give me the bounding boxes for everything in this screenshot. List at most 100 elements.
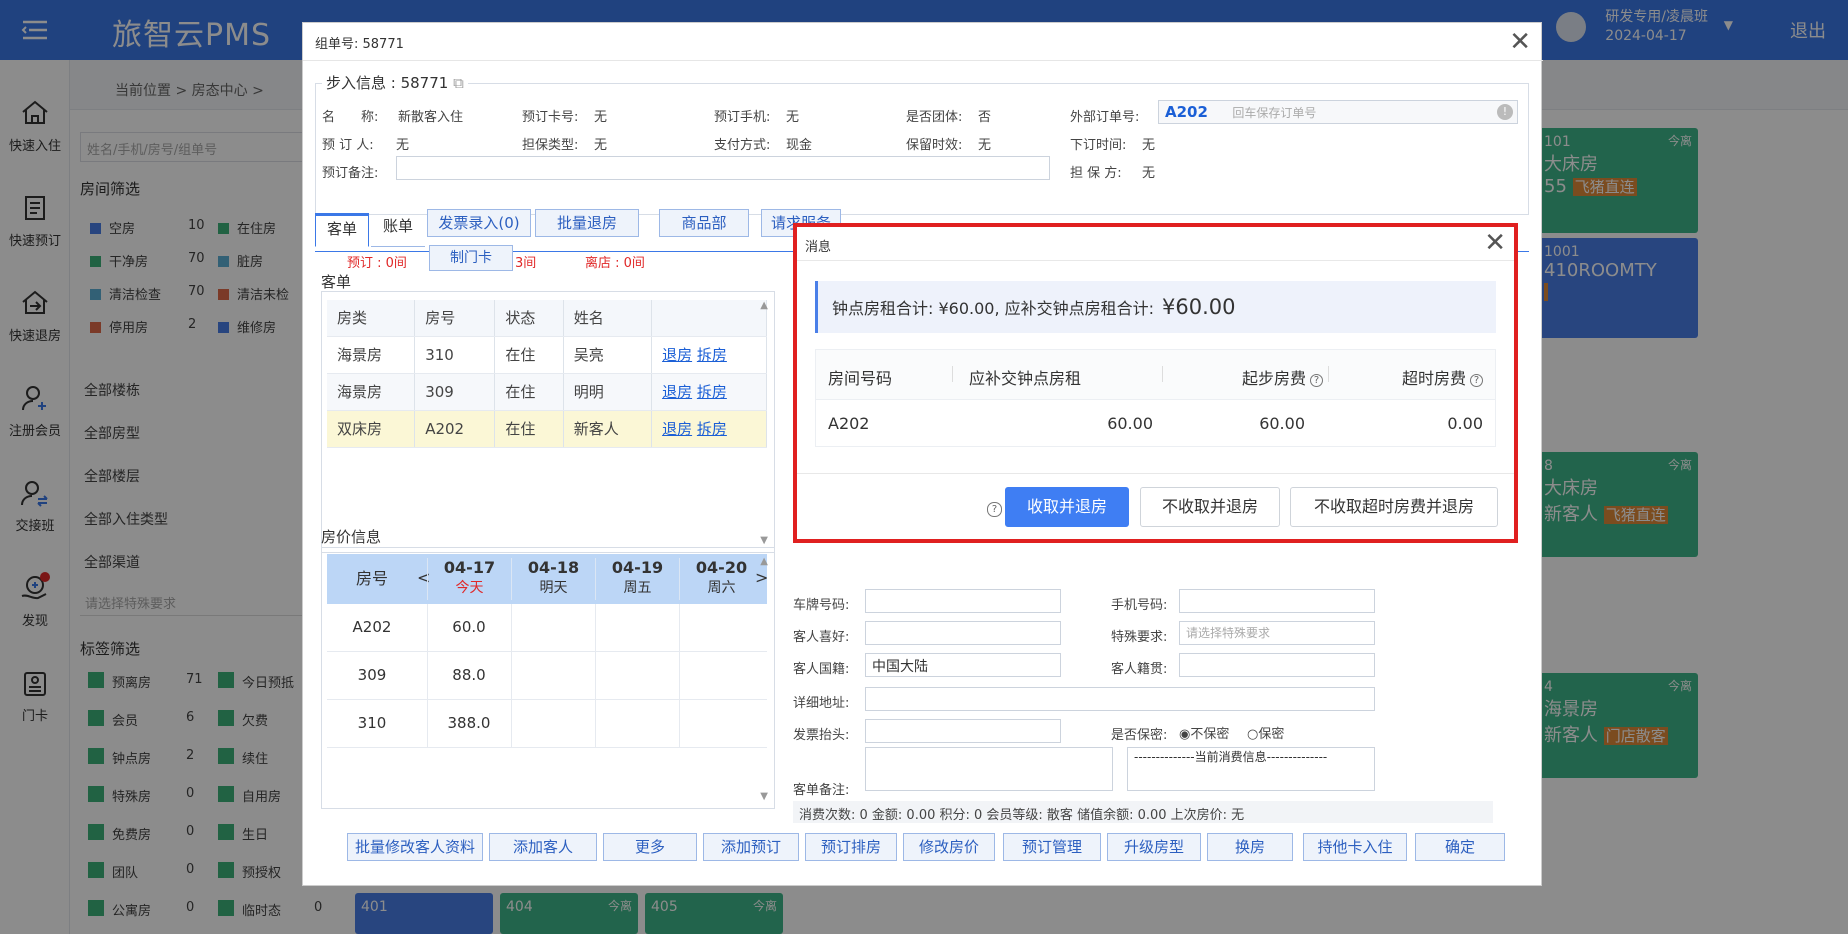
price-grid-line [595,700,596,748]
split-room-link[interactable]: 拆房 [697,420,727,438]
price-value[interactable]: 60.0 [427,618,511,636]
dialog-button-3[interactable]: 添加预订 [703,833,799,861]
info-icon[interactable]: ! [1497,104,1513,120]
price-date-col-1: 04-18 明天 [511,558,595,600]
no-charge-checkout-button[interactable]: 不收取并退房 [1140,487,1280,527]
phone-label: 预订手机: [714,110,771,125]
price-header: 房号 < 04-17 今天 04-18 明天 04-19 周五 04-20 周六 > [327,554,768,604]
dialog-button-10[interactable]: 确定 [1415,833,1505,861]
addr-input[interactable] [865,687,1375,711]
price-scroll-up-icon[interactable]: ▲ [760,556,768,567]
card-value: 无 [594,110,608,125]
charge-checkout-button[interactable]: 收取并退房 [1005,487,1129,527]
ext-order-input[interactable]: A202 回车保存订单号 ! [1158,100,1518,124]
mobile-input[interactable] [1179,589,1375,613]
invoice-label: 发票抬头: [793,728,850,743]
price-grid-line [511,700,512,748]
walkin-title: 步入信息 : 58771 ⧉ [322,72,468,93]
dialog-button-4[interactable]: 预订排房 [805,833,897,861]
plate-input[interactable] [865,589,1061,613]
tab-4[interactable]: 商品部 [659,209,749,237]
price-title: 房价信息 [321,528,382,546]
guest-actions: 退房 拆房 [651,410,767,448]
name-value: 新散客入住 [398,110,464,125]
price-scroll-down-icon[interactable]: ▼ [760,791,768,802]
checkout-link[interactable]: 退房 [662,420,692,438]
booker-label: 预 订 人: [322,138,374,153]
guest-col-2: 状态 [494,300,564,337]
price-value[interactable]: 388.0 [427,714,511,732]
message-close-icon[interactable]: ✕ [1484,230,1506,256]
col-over: 超时房费? [1402,365,1483,389]
split-room-link[interactable]: 拆房 [697,346,727,364]
price-grid-line [511,652,512,700]
guest-type: 海景房 [327,373,416,411]
dialog-button-1[interactable]: 添加客人 [489,833,597,861]
tab-2[interactable]: 发票录入(0) [427,209,531,237]
guest-row-0[interactable]: 海景房 310 在住 吴亮 退房 拆房 [327,336,767,374]
guest-status: 在住 [494,410,564,448]
dialog-button-9[interactable]: 持他卡入住 [1303,833,1407,861]
price-grid-line [679,604,680,652]
guest-row-2[interactable]: 双床房 A202 在住 新客人 退房 拆房 [327,410,767,448]
price-row-2: 310 388.0 [327,700,767,748]
help-icon: ? [1310,374,1323,387]
special-select[interactable]: 请选择特殊要求 [1179,621,1375,645]
guest-name: 新客人 [563,410,653,448]
checkout-link[interactable]: 退房 [662,383,692,401]
guarantee-type-value: 无 [594,138,608,153]
close-icon[interactable]: ✕ [1509,29,1531,55]
tab-0[interactable]: 客单 [315,213,369,247]
scroll-up-icon[interactable]: ▲ [760,300,768,311]
guest-type: 双床房 [327,410,416,448]
tab-1[interactable]: 账单 [371,213,425,247]
guest-col-1: 房号 [414,300,496,337]
dialog-button-5[interactable]: 修改房价 [903,833,995,861]
no-overtime-checkout-button[interactable]: 不收取超时房费并退房 [1290,487,1498,527]
split-room-link[interactable]: 拆房 [697,383,727,401]
checkout-link[interactable]: 退房 [662,346,692,364]
note-input[interactable] [865,747,1113,791]
price-grid-line [595,652,596,700]
price-grid-line [427,604,428,652]
consume-stats: 消费次数: 0 金额: 0.00 积分: 0 会员等级: 散客 储值余额: 0.… [793,801,1493,823]
next-date-button[interactable]: > [755,568,768,587]
guest-name: 吴亮 [563,336,653,374]
guest-row-1[interactable]: 海景房 309 在住 明明 退房 拆房 [327,373,767,411]
nation-input[interactable]: 中国大陆 [865,653,1061,677]
guest-table: 房类 房号 状态 姓名 海景房 310 在住 吴亮 退房 拆房 海景房 309 在住 明明 退房 拆房双… [327,300,767,448]
price-value[interactable]: 88.0 [427,666,511,684]
summary-total: ¥60.00 [1162,295,1236,319]
summary-text: 钟点房租合计: ¥60.00, 应补交钟点房租合计: [832,299,1155,318]
guest-list-box: 房类 房号 状态 姓名 海景房 310 在住 吴亮 退房 拆房 海景房 309 在住 明明 退房 拆房双… [321,291,775,553]
price-grid-line [679,652,680,700]
remark-input[interactable] [396,156,1050,180]
consume-info: --------------当前消费信息-------------- [1127,747,1375,791]
fee-over: 0.00 [1447,414,1483,433]
make-card-button[interactable]: 制门卡 [429,245,513,271]
dialog-button-0[interactable]: 批量修改客人资料 [347,833,483,861]
dialog-button-6[interactable]: 预订管理 [1003,833,1101,861]
origin-input[interactable] [1179,653,1375,677]
no-secret-radio[interactable]: ◉不保密 [1179,723,1229,742]
copy-icon[interactable]: ⧉ [453,74,464,92]
price-date-col-0: 04-17 今天 [427,558,511,600]
dialog-button-7[interactable]: 升级房型 [1107,833,1201,861]
guest-status: 在住 [494,373,564,411]
price-date-col-3: 04-20 周六 [679,558,763,600]
tab-3[interactable]: 批量退房 [535,209,639,237]
dialog-button-8[interactable]: 换房 [1207,833,1293,861]
dialog-title: 组单号: 58771 ✕ [303,23,1543,61]
dialog-button-2[interactable]: 更多 [603,833,697,861]
card-label: 预订卡号: [522,110,579,125]
fee-room: A202 [828,414,870,433]
scroll-down-icon[interactable]: ▼ [760,535,768,546]
help-icon[interactable]: ? [987,502,1002,517]
secret-radio[interactable]: ○保密 [1247,723,1284,742]
addr-label: 详细地址: [793,696,850,711]
fee-due: 60.00 [1107,414,1153,433]
invoice-input[interactable] [865,719,1061,743]
price-row-0: A202 60.0 [327,604,767,652]
guarantor-value: 无 [1142,166,1156,181]
pref-input[interactable] [865,621,1061,645]
